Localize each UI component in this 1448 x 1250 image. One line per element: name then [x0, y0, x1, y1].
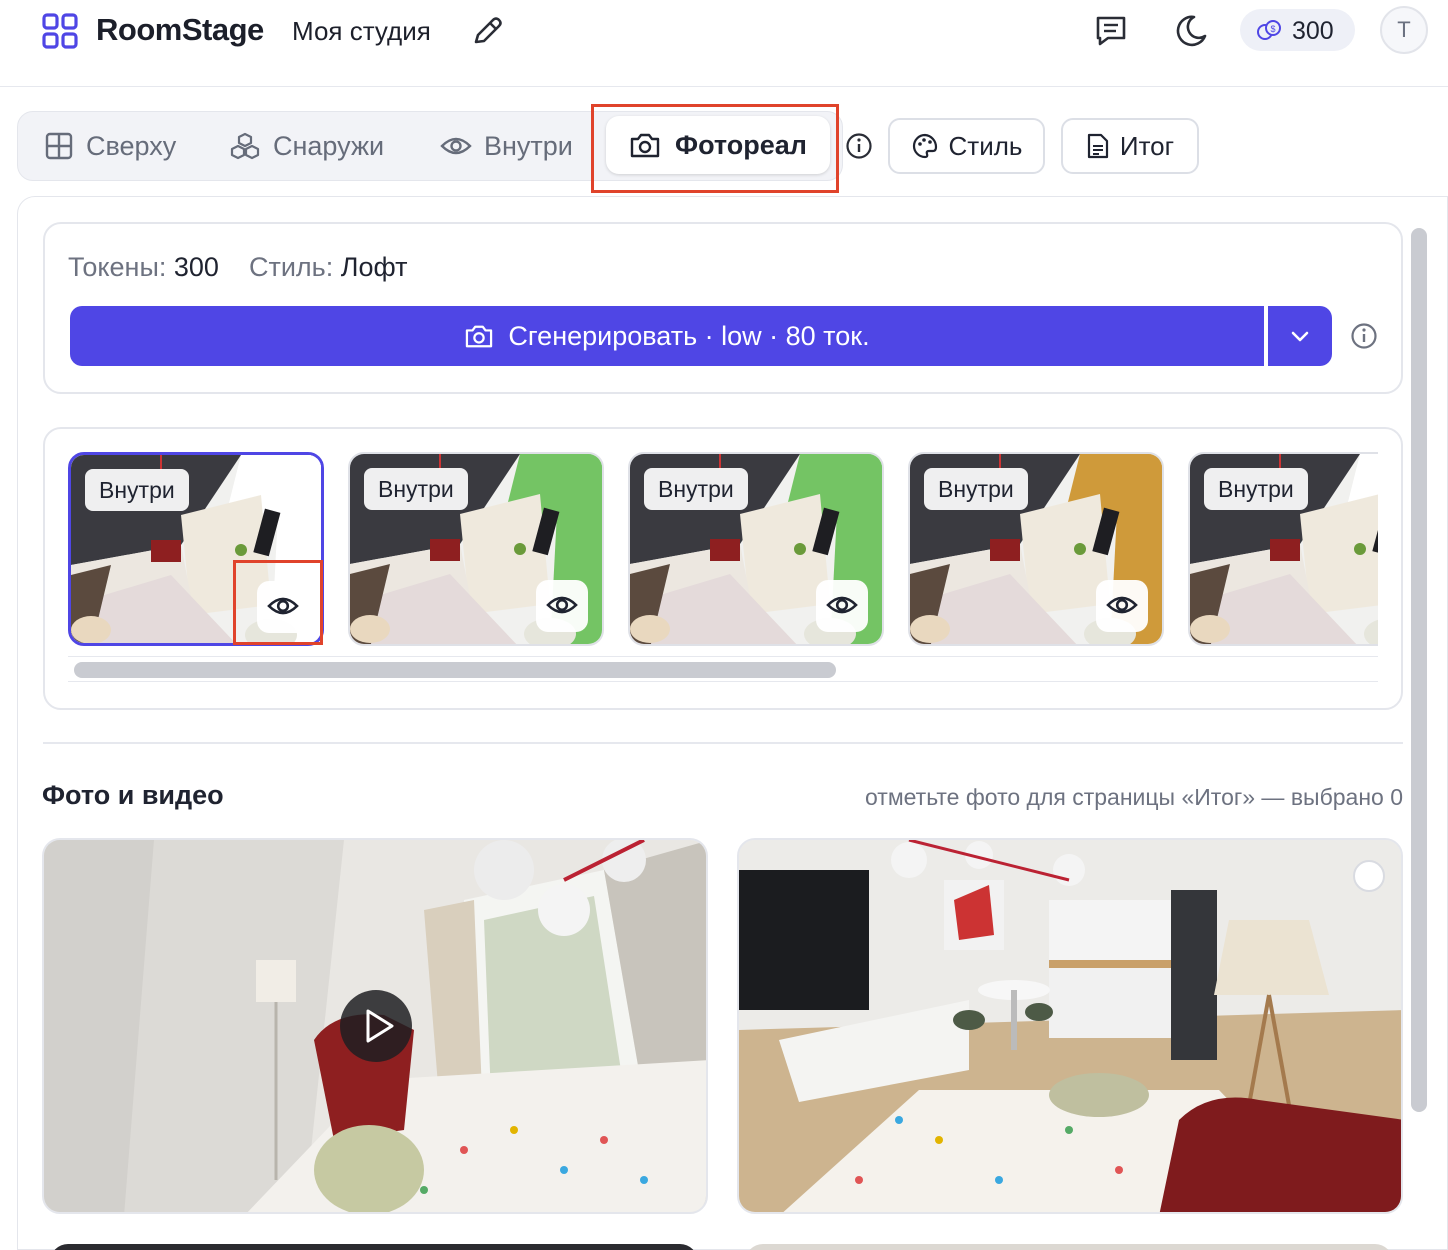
media-item-video[interactable]	[42, 838, 708, 1214]
media-section-title: Фото и видео	[42, 780, 224, 810]
highlight-box	[233, 560, 323, 645]
tokens-label: Токены:	[68, 252, 167, 282]
thumbnail-view-label: Внутри	[924, 468, 1028, 510]
render-thumbnail[interactable]: Внутри	[348, 452, 604, 646]
summary-button[interactable]: Итог	[1061, 118, 1199, 174]
thumbnail-view-label: Внутри	[364, 468, 468, 510]
thumbnail-view-label: Внутри	[1204, 468, 1308, 510]
horizontal-scrollbar[interactable]	[74, 662, 836, 678]
tab-top-label: Сверху	[86, 130, 177, 161]
grid-icon	[45, 132, 73, 160]
media-selection-hint: отметьте фото для страницы «Итог» — выбр…	[865, 784, 1403, 810]
boxes-icon	[230, 132, 260, 160]
render-thumbnail[interactable]: Внутри	[1188, 452, 1378, 646]
coins-icon: $	[1257, 20, 1281, 40]
info-icon[interactable]	[845, 132, 873, 160]
render-thumbnail[interactable]: Внутри	[908, 452, 1164, 646]
thumbnail-view-label: Внутри	[644, 468, 748, 510]
eye-icon	[826, 596, 858, 614]
grid-logo-icon	[42, 13, 78, 49]
tab-inside-label: Внутри	[484, 130, 573, 161]
info-icon[interactable]	[1350, 322, 1378, 350]
svg-text:$: $	[1270, 24, 1275, 34]
document-icon	[1087, 133, 1108, 159]
chat-icon[interactable]	[1092, 12, 1130, 50]
media-item-peek	[50, 1244, 698, 1250]
room-photo	[739, 840, 1401, 1212]
preview-button[interactable]	[816, 580, 868, 632]
style-label: Стиль:	[248, 252, 334, 282]
pencil-icon[interactable]	[470, 14, 504, 48]
balance-value: 300	[1292, 17, 1334, 45]
tab-inside[interactable]: Внутри	[440, 112, 573, 180]
tab-outside-label: Снаружи	[273, 130, 385, 161]
project-name: Моя студия	[292, 16, 431, 46]
generate-button[interactable]: Сгенерировать · low · 80 ток.	[70, 306, 1264, 366]
token-balance[interactable]: $ 300	[1240, 9, 1355, 51]
app-header: RoomStage Моя студия $ 300 T	[0, 0, 1448, 87]
play-icon	[366, 1009, 394, 1043]
section-divider	[43, 742, 1403, 744]
eye-icon	[440, 137, 472, 155]
eye-icon	[546, 596, 578, 614]
generate-options-dropdown[interactable]	[1268, 306, 1332, 366]
avatar[interactable]: T	[1380, 6, 1428, 54]
preview-button[interactable]	[1096, 580, 1148, 632]
tokens-value: 300	[173, 252, 219, 282]
tab-top[interactable]: Сверху	[44, 112, 176, 180]
tab-outside[interactable]: Снаружи	[229, 112, 384, 180]
generate-button-label: Сгенерировать · low · 80 ток.	[508, 320, 870, 351]
camera-icon	[466, 325, 493, 348]
chevron-down-icon	[1291, 331, 1309, 342]
tokens-style-line: Токены: 300 Стиль: Лофт	[68, 252, 407, 283]
moon-icon[interactable]	[1172, 12, 1210, 50]
vertical-scrollbar[interactable]	[1411, 228, 1427, 1112]
media-item-peek	[745, 1244, 1393, 1250]
preview-button[interactable]	[536, 580, 588, 632]
play-button[interactable]	[340, 990, 412, 1062]
render-thumbnail[interactable]: Внутри	[628, 452, 884, 646]
summary-button-label: Итог	[1119, 130, 1175, 161]
eye-icon	[1106, 596, 1138, 614]
palette-icon	[912, 133, 937, 159]
media-item-photo[interactable]	[737, 838, 1403, 1214]
style-button-label: Стиль	[948, 130, 1023, 161]
brand-name[interactable]: RoomStage	[96, 12, 264, 48]
highlight-box	[591, 104, 839, 193]
thumbnail-view-label: Внутри	[85, 469, 189, 511]
style-button[interactable]: Стиль	[888, 118, 1045, 174]
style-value: Лофт	[340, 252, 408, 282]
select-photo-checkbox[interactable]	[1353, 860, 1385, 892]
